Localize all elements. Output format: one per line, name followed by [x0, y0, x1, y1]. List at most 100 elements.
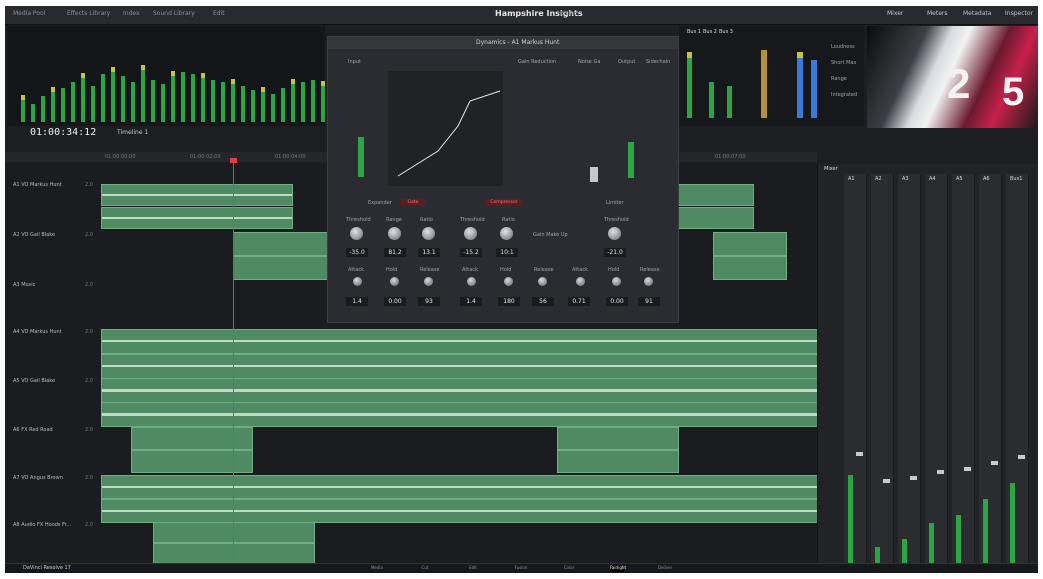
- compressor-threshold-value[interactable]: -15.2: [460, 248, 482, 257]
- limiter-release-value[interactable]: 91: [638, 297, 660, 306]
- track-header[interactable]: A2 VO Gail Blake 2.0: [13, 232, 101, 276]
- track-header[interactable]: A3 Music 2.0: [13, 282, 101, 326]
- track-header[interactable]: A8 Audio FX Hoods Fr... 2.0: [13, 522, 101, 566]
- toolbar-index[interactable]: Index: [123, 10, 140, 17]
- noise-gate-fader[interactable]: [590, 167, 598, 182]
- compressor-ratio-knob[interactable]: [500, 227, 513, 240]
- clip-a6-1[interactable]: [131, 427, 253, 450]
- compressor-attack-value[interactable]: 1.4: [460, 297, 482, 306]
- expander-threshold-knob[interactable]: [350, 227, 363, 240]
- compressor-tab[interactable]: Compressor: [486, 199, 522, 206]
- toolbar-effects-library[interactable]: Effects Library: [67, 10, 110, 17]
- mixer-fader[interactable]: [856, 452, 863, 456]
- page-tab-edit[interactable]: Edit: [466, 565, 480, 572]
- expander-threshold-value[interactable]: -35.0: [346, 248, 368, 257]
- clip-a1-2[interactable]: [101, 207, 293, 229]
- mixer-strip[interactable]: A4: [925, 174, 948, 569]
- clip-a6-3[interactable]: [557, 427, 679, 450]
- page-tab-color[interactable]: Color: [562, 565, 576, 572]
- page-tab-fusion[interactable]: Fusion: [514, 565, 528, 572]
- mixer-fader[interactable]: [910, 476, 917, 480]
- compressor-release-knob[interactable]: [538, 277, 547, 286]
- limiter-hold-value[interactable]: 0.00: [606, 297, 628, 306]
- tab-inspector[interactable]: Inspector: [1005, 10, 1033, 17]
- limiter-attack-value[interactable]: 0.71: [568, 297, 590, 306]
- expander-release-knob[interactable]: [424, 277, 433, 286]
- expander-release-value[interactable]: 93: [418, 297, 440, 306]
- limiter-threshold-knob[interactable]: [608, 227, 621, 240]
- mixer-strip[interactable]: A6: [979, 174, 1002, 569]
- mixer-fader[interactable]: [937, 470, 944, 474]
- clip-a8-1[interactable]: [153, 522, 315, 543]
- compressor-threshold-knob[interactable]: [464, 227, 477, 240]
- clip-a2-1[interactable]: [233, 232, 330, 256]
- clip-a6-2[interactable]: [131, 450, 253, 473]
- page-tab-deliver[interactable]: Deliver: [658, 565, 672, 572]
- playhead[interactable]: [233, 160, 234, 563]
- video-viewer[interactable]: 2 5: [867, 26, 1038, 128]
- clip-a7-1[interactable]: [101, 475, 819, 499]
- clip-a7-2[interactable]: [101, 499, 819, 523]
- meter-bar: [281, 88, 285, 122]
- playhead-handle[interactable]: [230, 158, 237, 163]
- mixer-strip[interactable]: A3: [898, 174, 921, 569]
- meter-peak: [321, 81, 325, 86]
- mixer-strip[interactable]: A5: [952, 174, 975, 569]
- expander-attack-value[interactable]: 1.4: [346, 297, 368, 306]
- track-header[interactable]: A7 VO Angus Brown 2.0: [13, 475, 101, 519]
- compressor-ratio-value[interactable]: 10:1: [496, 248, 518, 257]
- meters-bridge: [7, 26, 325, 126]
- tab-mixer[interactable]: Mixer: [887, 10, 903, 17]
- mixer-strip[interactable]: A1: [844, 174, 867, 569]
- expander-ratio-value[interactable]: 13.1: [418, 248, 440, 257]
- clip-a1-3[interactable]: [677, 184, 754, 206]
- expander-ratio-knob[interactable]: [422, 227, 435, 240]
- clip-a1-1[interactable]: [101, 184, 293, 206]
- dynamics-title: Dynamics - A1 Markus Hunt: [476, 39, 560, 46]
- clip-a2-4[interactable]: [713, 256, 787, 280]
- expander-attack-knob[interactable]: [353, 277, 362, 286]
- limiter-threshold-value[interactable]: -21.0: [604, 248, 626, 257]
- toolbar-media-pool[interactable]: Media Pool: [13, 10, 45, 17]
- expander-range-value[interactable]: 81.2: [384, 248, 406, 257]
- track-header[interactable]: A6 FX Red Road 2.0: [13, 427, 101, 471]
- compressor-release-value[interactable]: 56: [532, 297, 554, 306]
- compressor-attack-knob[interactable]: [467, 277, 476, 286]
- expander-range-knob[interactable]: [388, 227, 401, 240]
- toolbar-edit[interactable]: Edit: [213, 10, 225, 17]
- track-header[interactable]: A4 VO Markus Hunt 2.0: [13, 329, 101, 373]
- page-tab-fairlight[interactable]: Fairlight: [610, 565, 626, 572]
- tab-metadata[interactable]: Metadata: [963, 10, 991, 17]
- compressor-hold-value[interactable]: 180: [498, 297, 520, 306]
- mixer-fader[interactable]: [991, 461, 998, 465]
- clip-a1-4[interactable]: [677, 207, 754, 229]
- tab-meters[interactable]: Meters: [927, 10, 948, 17]
- mixer-strip[interactable]: Bus1: [1006, 174, 1029, 569]
- page-tab-cut[interactable]: Cut: [418, 565, 432, 572]
- clip-a2-2[interactable]: [233, 256, 330, 280]
- track-header[interactable]: A5 VO Gail Blake 2.0: [13, 378, 101, 422]
- expander-hold-value[interactable]: 0.00: [384, 297, 406, 306]
- meter-bar: [171, 76, 175, 122]
- timeline-selector[interactable]: Timeline 1: [117, 129, 148, 136]
- clip-a2-3[interactable]: [713, 232, 787, 256]
- expander-hold-knob[interactable]: [390, 277, 399, 286]
- clip-a5-2[interactable]: [101, 402, 819, 427]
- limiter-attack-knob[interactable]: [576, 277, 585, 286]
- clip-a5-1[interactable]: [101, 378, 819, 403]
- clip-a4-2[interactable]: [101, 354, 819, 379]
- toolbar-sound-library[interactable]: Sound Library: [153, 10, 195, 17]
- page-tab-media[interactable]: Media: [370, 565, 384, 572]
- mixer-fader[interactable]: [964, 467, 971, 471]
- track-header[interactable]: A1 VO Markus Hunt 2.0: [13, 182, 101, 226]
- mixer-fader[interactable]: [1018, 455, 1025, 459]
- clip-a6-4[interactable]: [557, 450, 679, 473]
- mixer-fader[interactable]: [883, 479, 890, 483]
- compressor-hold-knob[interactable]: [504, 277, 513, 286]
- clip-a4-1[interactable]: [101, 329, 819, 354]
- mixer-strip[interactable]: A2: [871, 174, 894, 569]
- gate-tab[interactable]: Gate: [400, 199, 426, 206]
- limiter-hold-knob[interactable]: [612, 277, 621, 286]
- limiter-release-knob[interactable]: [644, 277, 653, 286]
- clip-a8-2[interactable]: [153, 543, 315, 564]
